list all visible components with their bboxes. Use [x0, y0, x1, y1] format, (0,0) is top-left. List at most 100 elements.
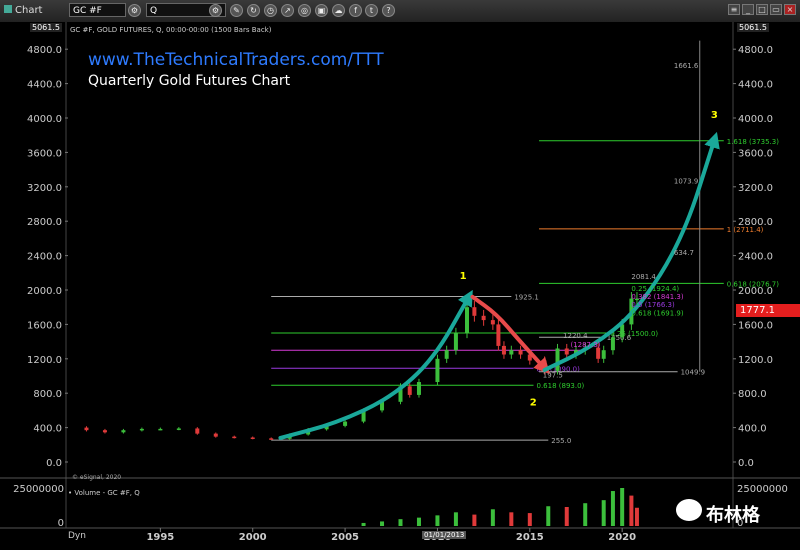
- candle-body: [213, 433, 218, 437]
- volume-bar: [490, 509, 495, 526]
- volume-bar: [620, 488, 625, 526]
- candle-body: [343, 421, 348, 426]
- menu-button[interactable]: ≡: [728, 4, 740, 15]
- help-icon[interactable]: ?: [382, 4, 395, 17]
- y-tick-label: 4800.0: [738, 45, 773, 56]
- toolbar: Chart GC #F ⚙ Q ⚙ ✎ ↻ ◷ ↗ ◎ ▣ ☁ f t ? ≡ …: [0, 0, 800, 23]
- price-annotation: 197.5: [543, 371, 563, 379]
- y-tick-label: 2800.0: [738, 217, 773, 228]
- volume-axis-label: 25000000: [13, 484, 64, 495]
- wave-label: 2: [530, 398, 537, 409]
- y-tick-label: 2800.0: [27, 217, 62, 228]
- maximize-button[interactable]: □: [756, 4, 768, 15]
- candle-body: [250, 437, 255, 439]
- x-tick-label: 2000: [239, 532, 267, 543]
- candle-body: [601, 350, 606, 359]
- candle-body: [481, 315, 486, 321]
- price-annotation: 2081.4: [631, 273, 656, 281]
- candle-body: [176, 428, 181, 430]
- date-marker: 01/01/2013: [422, 531, 467, 539]
- volume-bar: [398, 519, 403, 526]
- x-tick-label: 2005: [331, 532, 359, 543]
- price-annotation: 1220.4: [563, 332, 588, 340]
- volume-axis-label: 25000000: [737, 484, 788, 495]
- price-annotation: 0.5 (1766.3): [631, 301, 675, 309]
- fib-level-label: 0.618 (893.0): [537, 382, 585, 390]
- volume-bar: [472, 514, 477, 526]
- fib-level-label: 1925.1: [514, 293, 539, 301]
- candle-body: [102, 430, 107, 433]
- candle-body: [610, 337, 615, 351]
- price-annotation: 0.382 (1841.3): [631, 293, 683, 301]
- volume-bar: [435, 515, 440, 526]
- y-tick-label: 1600.0: [738, 320, 773, 331]
- volume-bar: [601, 500, 606, 526]
- candle-body: [501, 345, 506, 355]
- candle-body: [139, 428, 144, 431]
- watermark-text: 布林格: [706, 505, 760, 526]
- volume-bar: [361, 522, 366, 526]
- close-button[interactable]: ×: [784, 4, 796, 15]
- cube-icon[interactable]: ▣: [315, 4, 328, 17]
- refresh-icon[interactable]: ↻: [247, 4, 260, 17]
- x-tick-label: 2020: [608, 532, 636, 543]
- candle-body: [269, 438, 274, 440]
- y-tick-label: 400.0: [738, 424, 767, 435]
- candle-body: [121, 430, 126, 433]
- y-tick-label: 1200.0: [27, 355, 62, 366]
- price-annotation: 0.25 (1924.4): [631, 285, 679, 293]
- search-icon[interactable]: ⚙: [209, 4, 222, 17]
- symbol-input[interactable]: GC #F: [69, 3, 126, 17]
- site-title[interactable]: www.TheTechnicalTraders.com/TTT: [88, 50, 384, 70]
- restore-button[interactable]: ▭: [770, 4, 782, 15]
- wave-label: 3: [711, 110, 718, 121]
- candle-body: [195, 428, 200, 434]
- clock-icon[interactable]: ◷: [264, 4, 277, 17]
- y-tick-label: 3600.0: [27, 148, 62, 159]
- cloud-icon[interactable]: ☁: [332, 4, 345, 17]
- volume-bar: [629, 495, 634, 526]
- price-annotation: (1287.3): [570, 341, 600, 349]
- volume-bar: [416, 517, 421, 526]
- candle-body: [158, 428, 163, 431]
- y-tick-label: 2400.0: [27, 252, 62, 263]
- candle-body: [453, 333, 458, 351]
- dyn-label[interactable]: Dyn: [68, 531, 86, 541]
- candle-body: [84, 427, 89, 431]
- fib-level-label: 1049.9: [681, 369, 706, 377]
- volume-bar: [546, 506, 551, 526]
- settings-icon[interactable]: ⚙: [128, 4, 141, 17]
- candle-body: [564, 348, 569, 355]
- facebook-icon[interactable]: f: [349, 4, 362, 17]
- y-tick-label: 4800.0: [27, 45, 62, 56]
- y-tick-label: 400.0: [33, 424, 62, 435]
- price-annotation: 1661.6: [674, 62, 699, 70]
- candle-body: [555, 348, 560, 371]
- y-tick-label: 1600.0: [27, 320, 62, 331]
- candle-body: [416, 382, 421, 395]
- candle-body: [518, 350, 523, 355]
- target-icon[interactable]: ◎: [298, 4, 311, 17]
- y-tick-label: 4400.0: [738, 80, 773, 91]
- y-tick-label: 4000.0: [27, 114, 62, 125]
- fib-level-label: 1.618 (3735.3): [727, 138, 779, 146]
- candle-body: [490, 320, 495, 325]
- y-tick-label: 0.0: [738, 458, 754, 469]
- candle-body: [509, 350, 514, 355]
- price-chart[interactable]: 1925.10.25 (1500.0)0.5 (1090.0)0.618 (89…: [0, 22, 800, 550]
- price-annotation: 634.7: [674, 249, 694, 257]
- y-tick-label: 800.0: [738, 389, 767, 400]
- price-annotation: 0.618 (1691.9): [631, 309, 683, 317]
- minimize-button[interactable]: _: [742, 4, 754, 15]
- share-icon[interactable]: ↗: [281, 4, 294, 17]
- pencil-icon[interactable]: ✎: [230, 4, 243, 17]
- y-tick-label: 4400.0: [27, 80, 62, 91]
- y-tick-label: 2000.0: [27, 286, 62, 297]
- volume-axis-label: 0: [58, 518, 64, 529]
- y-tick-label: 4000.0: [738, 114, 773, 125]
- twitter-icon[interactable]: t: [365, 4, 378, 17]
- volume-label: • Volume - GC #F, Q: [68, 489, 140, 497]
- candle-body: [444, 350, 449, 359]
- esignal-credit: © eSignal, 2020: [72, 474, 122, 481]
- candle-body: [472, 307, 477, 316]
